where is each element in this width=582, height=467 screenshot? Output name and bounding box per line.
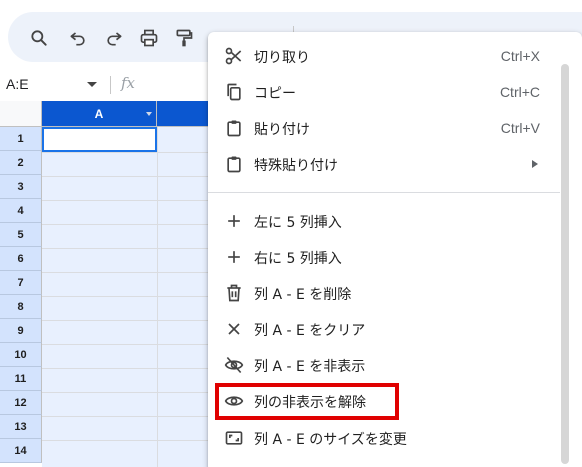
menu-item-resize-columns[interactable]: 列 A - E のサイズを変更 <box>208 420 560 456</box>
menu-item-shortcut: Ctrl+C <box>499 84 540 100</box>
eye-off-icon <box>224 355 244 375</box>
row-header[interactable]: 14 <box>0 439 42 463</box>
menu-item-label: 右に 5 列挿入 <box>254 251 342 267</box>
menu-item-shortcut: Ctrl+V <box>500 120 540 136</box>
clear-x-icon <box>224 319 244 339</box>
paint-format-icon[interactable] <box>171 25 197 51</box>
row-header[interactable]: 11 <box>0 367 42 391</box>
submenu-arrow-icon <box>532 160 538 168</box>
cut-icon <box>224 46 244 66</box>
menu-item-label: 列 A - E のサイズを変更 <box>254 432 407 448</box>
column-header-label: A <box>94 106 104 121</box>
menu-item-label: 貼り付け <box>254 122 310 138</box>
row-header[interactable]: 7 <box>0 271 42 295</box>
name-box-value: A:E <box>6 76 29 92</box>
undo-icon[interactable] <box>65 25 91 51</box>
search-icon[interactable] <box>26 25 52 51</box>
menu-item-hide-columns[interactable]: 列 A - E を非表示 <box>208 347 560 383</box>
row-header[interactable]: 5 <box>0 223 42 247</box>
menu-item-label: 列 A - E をクリア <box>254 323 366 339</box>
menu-item-insert-right[interactable]: 右に 5 列挿入 <box>208 239 560 275</box>
active-cell-a1[interactable] <box>42 127 157 152</box>
row-header[interactable]: 10 <box>0 343 42 367</box>
menu-item-label: 左に 5 列挿入 <box>254 215 342 231</box>
row-header[interactable]: 13 <box>0 415 42 439</box>
fx-icon: fx <box>121 74 136 92</box>
row-header[interactable]: 12 <box>0 391 42 415</box>
redo-icon[interactable] <box>101 25 127 51</box>
select-all-corner[interactable] <box>0 101 42 127</box>
menu-scrollbar[interactable] <box>561 64 569 464</box>
row-header[interactable]: 4 <box>0 199 42 223</box>
menu-item-delete-columns[interactable]: 列 A - E を削除 <box>208 275 560 311</box>
trash-icon <box>224 283 244 303</box>
paste-icon <box>224 118 244 138</box>
column-dropdown-icon[interactable] <box>146 112 152 116</box>
menu-item-insert-left[interactable]: 左に 5 列挿入 <box>208 203 560 239</box>
row-header[interactable]: 2 <box>0 151 42 175</box>
row-header[interactable]: 3 <box>0 175 42 199</box>
print-icon[interactable] <box>136 25 162 51</box>
resize-icon <box>224 428 244 448</box>
menu-separator <box>208 192 560 193</box>
chevron-down-icon[interactable] <box>87 82 97 87</box>
row-header[interactable]: 6 <box>0 247 42 271</box>
menu-item-label: 列 A - E を非表示 <box>254 359 366 375</box>
paste-special-icon <box>224 154 244 174</box>
copy-icon <box>224 82 244 102</box>
menu-item-label: 切り取り <box>254 50 310 66</box>
name-box[interactable]: A:E <box>0 73 110 97</box>
highlight-box <box>215 383 399 420</box>
menu-item-label: 特殊貼り付け <box>254 158 338 174</box>
menu-item-shortcut: Ctrl+X <box>500 48 540 64</box>
plus-icon <box>224 211 244 231</box>
formula-separator <box>110 76 111 94</box>
column-header-a[interactable]: A <box>42 101 157 127</box>
menu-item-label: 列 A - E を削除 <box>254 287 352 303</box>
menu-item-paste[interactable]: 貼り付け Ctrl+V <box>208 110 560 146</box>
menu-item-clear-columns[interactable]: 列 A - E をクリア <box>208 311 560 347</box>
menu-item-paste-special[interactable]: 特殊貼り付け <box>208 146 560 182</box>
menu-item-cut[interactable]: 切り取り Ctrl+X <box>208 38 560 74</box>
menu-item-label: コピー <box>254 86 296 102</box>
row-header[interactable]: 1 <box>0 127 42 151</box>
row-header[interactable]: 9 <box>0 319 42 343</box>
menu-item-copy[interactable]: コピー Ctrl+C <box>208 74 560 110</box>
row-header[interactable]: 8 <box>0 295 42 319</box>
plus-icon <box>224 247 244 267</box>
